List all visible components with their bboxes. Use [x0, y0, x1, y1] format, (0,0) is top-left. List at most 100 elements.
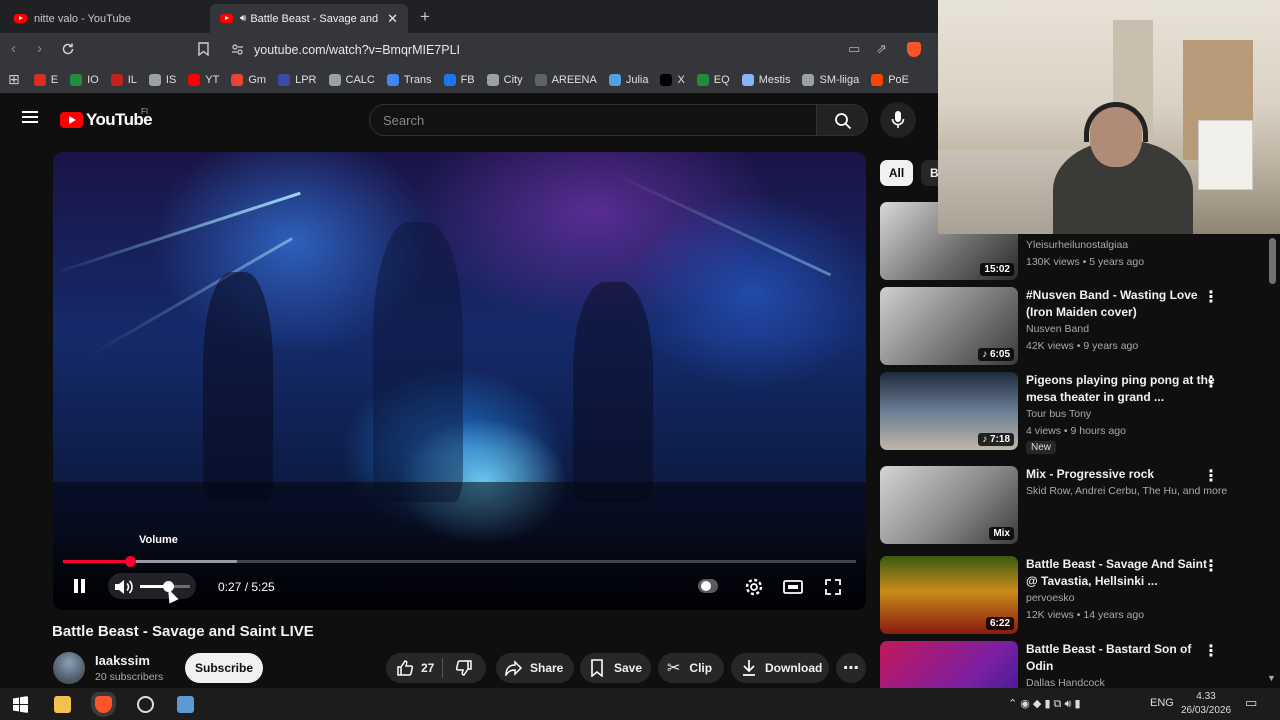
bookmark-item[interactable]: AREENA [534, 73, 597, 86]
youtube-logo[interactable]: YouTube [60, 110, 153, 130]
bookmark-label: EQ [713, 73, 730, 86]
file-explorer-icon[interactable] [54, 696, 71, 713]
video-thumbnail[interactable]: 6:22 [880, 556, 1018, 634]
video-thumbnail[interactable]: Mix [880, 466, 1018, 544]
youtube-header: YouTube FI Search [0, 93, 938, 145]
more-vertical-icon[interactable] [1203, 372, 1219, 392]
more-vertical-icon[interactable] [1203, 466, 1219, 486]
video-thumbnail[interactable]: ♪ 6:05 [880, 287, 1018, 365]
fullscreen-icon[interactable] [822, 577, 844, 597]
more-vertical-icon[interactable] [1203, 287, 1219, 307]
duration-badge: 6:22 [985, 617, 1014, 630]
tray-icons[interactable]: ⌃ ◉ ◆ ▮ ⧉ 🔊︎ ▮ [1008, 697, 1081, 711]
channel-name[interactable]: Iaakssim [95, 653, 150, 668]
recommendation-title[interactable]: Pigeons playing ping pong at the mesa th… [1026, 372, 1216, 405]
video-player[interactable]: Volume 0:27 / 5:25 [53, 152, 866, 610]
recommendation-meta: 12K views • 14 years ago [1026, 609, 1145, 621]
voice-search-button[interactable] [880, 102, 916, 138]
forward-arrow-icon[interactable]: › [37, 40, 42, 57]
windows-start-icon[interactable] [12, 696, 29, 713]
video-app-icon[interactable] [177, 696, 194, 713]
settings-gear-icon[interactable] [743, 577, 765, 597]
brave-shield-icon[interactable] [907, 42, 921, 57]
bookmark-item[interactable]: Mestis [741, 73, 791, 86]
share-icon[interactable]: ⇗ [876, 41, 887, 57]
recommendation-channel[interactable]: Skid Row, Andrei Cerbu, The Hu, and more [1026, 483, 1227, 500]
recommendation-item[interactable]: Mix Mix - Progressive rockSkid Row, Andre… [880, 466, 1270, 546]
tab-battle-beast[interactable]: 🔊︎ Battle Beast - Savage and Saint ✕ [210, 4, 408, 33]
like-button[interactable]: 27 [386, 653, 442, 683]
recommendation-title[interactable]: #Nusven Band - Wasting Love (Iron Maiden… [1026, 287, 1216, 320]
more-vertical-icon[interactable] [1203, 641, 1219, 661]
time-display: 0:27 / 5:25 [218, 580, 275, 594]
share-button[interactable]: Share [496, 653, 574, 683]
bookmark-item[interactable]: IS [148, 73, 176, 86]
site-settings-icon[interactable] [231, 43, 244, 56]
recommendation-channel[interactable]: Nusven Band [1026, 321, 1089, 338]
duration-text: Mix [993, 528, 1010, 539]
bookmark-item[interactable]: Gm [231, 73, 266, 86]
reload-icon[interactable] [61, 42, 75, 56]
bookmark-item[interactable]: PoE [871, 73, 909, 86]
bookmark-item[interactable]: EQ [696, 73, 730, 86]
theater-mode-icon[interactable] [782, 577, 804, 597]
bookmark-item[interactable]: E [33, 73, 58, 86]
clip-button[interactable]: ✂ Clip [658, 653, 724, 683]
notification-icon[interactable]: ▭ [1245, 695, 1257, 711]
bookmark-item[interactable]: IL [110, 73, 137, 86]
pause-button[interactable] [73, 579, 87, 593]
search-button[interactable] [816, 104, 868, 136]
brave-browser-icon[interactable] [95, 696, 112, 713]
language-indicator[interactable]: ENG [1150, 697, 1174, 709]
recommendation-channel[interactable]: Yleisurheilunostalgiaa [1026, 237, 1128, 254]
more-actions-button[interactable]: ⋯ [836, 653, 866, 683]
volume-icon[interactable] [112, 576, 134, 598]
bookmark-label: Mestis [758, 73, 791, 86]
recommendation-item[interactable]: ♪ 7:18 Pigeons playing ping pong at the m… [880, 372, 1270, 454]
tab-title: Battle Beast - Savage and Saint [250, 12, 381, 25]
bookmark-icon[interactable] [198, 42, 209, 56]
recommendation-channel[interactable]: pervoesko [1026, 590, 1074, 607]
scroll-down-icon[interactable]: ▼ [1267, 673, 1276, 683]
bookmark-item[interactable]: IO [70, 73, 99, 86]
search-input[interactable]: Search [369, 104, 817, 136]
audio-playing-icon[interactable]: 🔊︎ [240, 13, 246, 24]
recommendation-title[interactable]: Mix - Progressive rock [1026, 466, 1216, 483]
video-thumbnail[interactable]: ♪ 7:18 [880, 372, 1018, 450]
tab-nitte-valo[interactable]: nitte valo - YouTube [4, 4, 208, 33]
obs-icon[interactable] [137, 696, 154, 713]
duration-badge: ♪ 6:05 [978, 348, 1014, 361]
address-bar[interactable]: youtube.com/watch?v=BmqrMIE7PLI ▭ ⇗ [224, 37, 932, 62]
sidebar-scrollbar[interactable] [1269, 238, 1276, 284]
close-tab-icon[interactable]: ✕ [387, 11, 398, 27]
bookmark-item[interactable]: YT [188, 73, 219, 86]
menu-icon[interactable] [22, 111, 38, 123]
bookmark-item[interactable]: Trans [386, 73, 432, 86]
bookmark-item[interactable]: X [660, 73, 685, 86]
bookmark-item[interactable]: City [486, 73, 523, 86]
back-arrow-icon[interactable]: ‹ [11, 40, 16, 57]
cast-icon[interactable]: ▭ [848, 41, 860, 57]
recommendation-item[interactable]: ♪ 6:05 #Nusven Band - Wasting Love (Iron … [880, 287, 1270, 367]
channel-avatar[interactable] [53, 652, 85, 684]
dislike-button[interactable] [443, 653, 473, 683]
subscribe-button[interactable]: Subscribe [185, 653, 263, 683]
recommendation-item[interactable]: 6:22 Battle Beast - Savage And Saint @ Ta… [880, 556, 1270, 636]
autoplay-toggle[interactable] [698, 579, 718, 593]
new-tab-icon[interactable]: + [420, 7, 430, 27]
bookmark-item[interactable]: SM-liiga [802, 73, 859, 86]
save-button[interactable]: Save [580, 653, 651, 683]
chip-all[interactable]: All [880, 160, 913, 186]
bookmark-item[interactable]: FB [443, 73, 475, 86]
recommendation-title[interactable]: Battle Beast - Bastard Son of Odin [1026, 641, 1216, 674]
clock[interactable]: 4.33 26/03/2026 [1178, 690, 1234, 718]
apps-grid-icon[interactable]: ⊞ [8, 71, 20, 88]
recommendation-channel[interactable]: Tour bus Tony [1026, 406, 1091, 423]
video-title: Battle Beast - Savage and Saint LIVE [52, 623, 314, 640]
recommendation-title[interactable]: Battle Beast - Savage And Saint @ Tavast… [1026, 556, 1216, 589]
download-button[interactable]: Download [731, 653, 829, 683]
bookmark-item[interactable]: LPR [278, 73, 317, 86]
bookmark-item[interactable]: Julia [608, 73, 648, 86]
more-vertical-icon[interactable] [1203, 556, 1219, 576]
bookmark-item[interactable]: CALC [328, 73, 375, 86]
